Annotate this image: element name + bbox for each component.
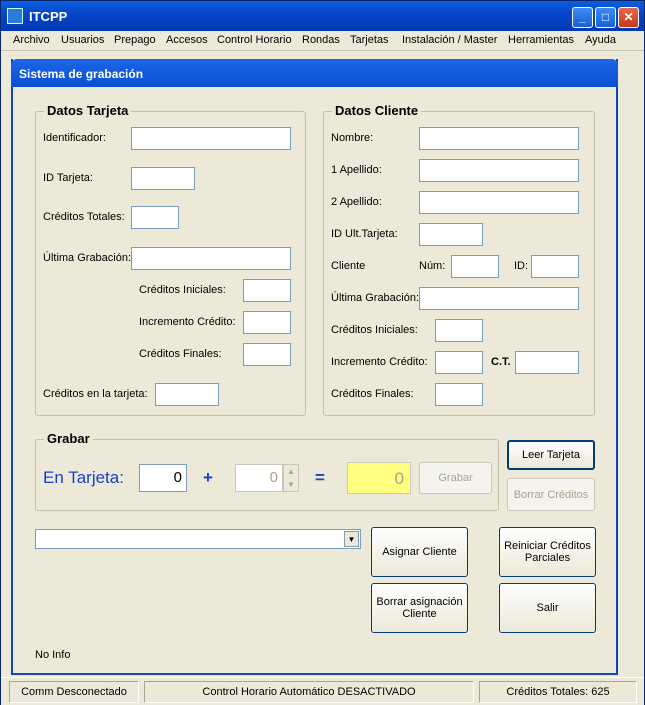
cliente-creditos-finales-label: Créditos Finales:	[331, 388, 414, 400]
creditos-finales-label: Créditos Finales:	[139, 348, 222, 360]
cliente-incremento-field[interactable]	[435, 351, 483, 374]
cliente-incremento-label: Incremento Crédito:	[331, 356, 428, 368]
apellido2-field[interactable]	[419, 191, 579, 214]
cliente-ultima-grabacion-field[interactable]	[419, 287, 579, 310]
client-data-group-label: Datos Cliente	[332, 103, 422, 118]
creditos-finales-field[interactable]	[243, 343, 291, 366]
apellido1-field[interactable]	[419, 159, 579, 182]
window-title: ITCPP	[29, 9, 68, 24]
apellido1-label: 1 Apellido:	[331, 164, 382, 176]
creditos-totales-status: Créditos Totales: 625	[479, 681, 637, 703]
recording-panel: Sistema de grabación Datos Tarjeta Ident…	[11, 59, 618, 675]
creditos-totales-label: Créditos Totales:	[43, 211, 125, 223]
identificador-label: Identificador:	[43, 132, 106, 144]
id-tarjeta-label: ID Tarjeta:	[43, 172, 93, 184]
grabar-group-label: Grabar	[44, 431, 93, 446]
id-tarjeta-field[interactable]	[131, 167, 195, 190]
creditos-tarjeta-field[interactable]	[155, 383, 219, 406]
add-credit-field[interactable]: 0	[235, 464, 283, 492]
id-ult-tarjeta-label: ID Ult.Tarjeta:	[331, 228, 398, 240]
num-label: Núm:	[419, 260, 446, 272]
nombre-field[interactable]	[419, 127, 579, 150]
asignar-cliente-button[interactable]: Asignar Cliente	[371, 527, 468, 577]
borrar-asignacion-button[interactable]: Borrar asignación Cliente	[371, 583, 468, 633]
creditos-tarjeta-label: Créditos en la tarjeta:	[43, 388, 148, 400]
total-result-field: 0	[347, 462, 411, 494]
grabar-button[interactable]: Grabar	[419, 462, 492, 494]
title-bar[interactable]: ITCPP _ □ ✕	[1, 1, 644, 31]
menu-accesos[interactable]: Accesos	[166, 34, 208, 46]
ct-field[interactable]	[515, 351, 579, 374]
incremento-credito-label: Incremento Crédito:	[139, 316, 236, 328]
cliente-creditos-finales-field[interactable]	[435, 383, 483, 406]
salir-button[interactable]: Salir	[499, 583, 596, 633]
id-ult-tarjeta-field[interactable]	[419, 223, 483, 246]
menu-rondas[interactable]: Rondas	[302, 34, 340, 46]
card-data-group-label: Datos Tarjeta	[44, 103, 132, 118]
creditos-iniciales-label: Créditos Iniciales:	[139, 284, 226, 296]
plus-sign: +	[203, 468, 213, 487]
status-bar: Comm Desconectado Control Horario Automá…	[1, 677, 644, 705]
card-data-group: Datos Tarjeta Identificador: ID Tarjeta:…	[35, 103, 306, 416]
nombre-label: Nombre:	[331, 132, 374, 144]
client-select[interactable]: ▼	[35, 529, 361, 549]
chevron-down-icon[interactable]: ▼	[344, 531, 359, 547]
comm-status: Comm Desconectado	[9, 681, 139, 703]
ultima-grabacion-field[interactable]	[131, 247, 291, 270]
id-field[interactable]	[531, 255, 579, 278]
minimize-button[interactable]: _	[572, 7, 593, 28]
ct-label: C.T.	[491, 356, 511, 368]
menu-ayuda[interactable]: Ayuda	[585, 34, 616, 46]
main-window: ITCPP _ □ ✕ Archivo Usuarios Prepago Acc…	[0, 0, 645, 705]
cliente-creditos-iniciales-field[interactable]	[435, 319, 483, 342]
menu-prepago[interactable]: Prepago	[114, 34, 156, 46]
app-icon	[7, 8, 23, 24]
control-horario-status: Control Horario Automático DESACTIVADO	[144, 681, 474, 703]
cliente-label: Cliente	[331, 260, 366, 272]
menu-instalacion-master[interactable]: Instalación / Master	[402, 34, 497, 46]
menu-bar: Archivo Usuarios Prepago Accesos Control…	[1, 31, 644, 51]
borrar-creditos-button[interactable]: Borrar Créditos	[507, 478, 595, 511]
en-tarjeta-field[interactable]: 0	[139, 464, 187, 492]
ultima-grabacion-label: Última Grabación:	[43, 252, 132, 264]
cliente-creditos-iniciales-label: Créditos Iniciales:	[331, 324, 418, 336]
apellido2-label: 2 Apellido:	[331, 196, 382, 208]
close-button[interactable]: ✕	[618, 7, 639, 28]
creditos-iniciales-field[interactable]	[243, 279, 291, 302]
num-field[interactable]	[451, 255, 499, 278]
reiniciar-creditos-button[interactable]: Reiniciar Créditos Parciales	[499, 527, 596, 577]
id-label: ID:	[514, 260, 529, 272]
identificador-field[interactable]	[131, 127, 291, 150]
info-text: No Info	[35, 649, 71, 661]
equals-sign: =	[315, 468, 325, 487]
spinner[interactable]: ▲ ▼	[283, 464, 299, 492]
leer-tarjeta-button[interactable]: Leer Tarjeta	[507, 440, 595, 470]
en-tarjeta-label: En Tarjeta:	[43, 468, 124, 487]
cliente-ultima-grabacion-label: Última Grabación:	[331, 292, 420, 304]
panel-title: Sistema de grabación	[11, 59, 618, 87]
maximize-button[interactable]: □	[595, 7, 616, 28]
menu-herramientas[interactable]: Herramientas	[508, 34, 574, 46]
creditos-totales-field[interactable]	[131, 206, 179, 229]
incremento-credito-field[interactable]	[243, 311, 291, 334]
menu-archivo[interactable]: Archivo	[13, 34, 50, 46]
grabar-group: Grabar En Tarjeta: 0 + 0 ▲ ▼ = 0 Grabar	[35, 431, 499, 511]
menu-control-horario[interactable]: Control Horario	[217, 34, 292, 46]
menu-usuarios[interactable]: Usuarios	[61, 34, 104, 46]
client-data-group: Datos Cliente Nombre: 1 Apellido: 2 Apel…	[323, 103, 595, 416]
menu-tarjetas[interactable]: Tarjetas	[350, 34, 389, 46]
